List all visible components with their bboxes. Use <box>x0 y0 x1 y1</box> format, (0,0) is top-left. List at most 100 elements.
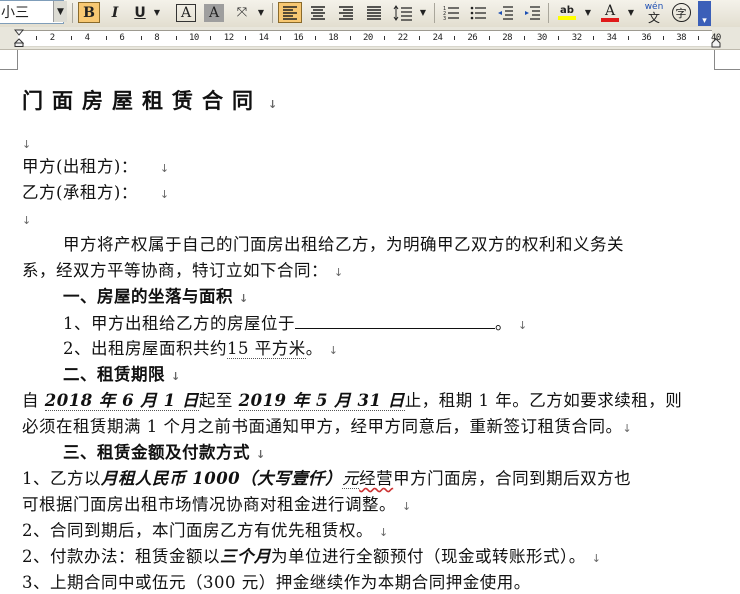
lessor-line[interactable]: 甲方(出租方)： ↓ <box>22 156 170 180</box>
section-1-heading[interactable]: 一、房屋的坐落与面积 ↓ <box>63 286 249 310</box>
ruler-tick <box>384 36 385 40</box>
address-blank[interactable] <box>295 312 495 329</box>
toolbar-separator <box>434 3 435 23</box>
font-size-dropdown-arrow[interactable]: ▼ <box>53 1 67 22</box>
ruler-tick <box>36 36 37 40</box>
lessee-line[interactable]: 乙方(承租方)： ↓ <box>22 182 170 206</box>
section-3-item-4[interactable]: 3、上期合同中或伍元（300 元）押金继续作为本期合同押金使用。 <box>22 572 531 594</box>
font-color-dropdown-arrow[interactable]: ▼ <box>626 2 636 23</box>
section-3-item-1-line-2[interactable]: 可根据门面房出租市场情况协商对租金进行调整。 ↓ <box>22 494 412 518</box>
empty-paragraph[interactable]: ↓ <box>22 132 32 156</box>
ruler-tick <box>210 36 211 40</box>
ruler-number: 6 <box>119 33 124 43</box>
ruler-tick <box>593 36 594 40</box>
toolbar-separator <box>272 3 273 23</box>
ruler-number: 32 <box>572 33 582 43</box>
ruler-number: 24 <box>433 33 443 43</box>
ruler-tick <box>524 36 525 40</box>
crop-mark <box>715 69 740 70</box>
bold-button[interactable]: B <box>78 2 100 23</box>
ruler-tick <box>350 36 351 40</box>
ruler-tick <box>628 36 629 40</box>
formatting-toolbar: 小三 ▼ B I U ▼ A A ⤧ ▼ ▼ 123 ab ▼ A ▼ wén 文… <box>0 0 740 28</box>
document-page[interactable]: 门面房屋租赁合同 ↓ ↓ 甲方(出租方)： ↓ 乙方(承租方)： ↓ ↓ 甲方将产权属… <box>0 50 740 583</box>
section-2-line-1[interactable]: 自 2018 年 6 月 1 日起至 2019 年 5 月 31 日止，租期 1… <box>22 390 682 412</box>
section-2-line-2[interactable]: 必须在租赁期满 1 个月之前书面通知甲方，经甲方同意后，重新签订租赁合同。↓ <box>22 416 632 440</box>
empty-paragraph[interactable]: ↓ <box>22 208 32 232</box>
ruler-tick <box>245 36 246 40</box>
line-spacing-dropdown-arrow[interactable]: ▼ <box>418 2 428 23</box>
ruler-tick <box>663 36 664 40</box>
font-color-bar <box>601 18 619 22</box>
ruler-tick <box>489 36 490 40</box>
ruler-number: 2 <box>50 33 55 43</box>
decrease-indent-icon[interactable] <box>494 2 516 23</box>
ruler-number: 38 <box>676 33 686 43</box>
ruler-tick <box>454 36 455 40</box>
section-3-item-2[interactable]: 2、合同到期后，本门面房乙方有优先租赁权。 ↓ <box>22 520 389 544</box>
indent-marker-icon[interactable] <box>14 29 24 47</box>
horizontal-ruler[interactable]: 2 4 6 8 10 12 14 16 18 20 22 24 26 28 30 32 34 36 38 40 <box>0 27 740 50</box>
font-size-value: 小三 <box>1 2 29 22</box>
ruler-number: 12 <box>224 33 234 43</box>
bullets-icon[interactable] <box>467 2 489 23</box>
ruler-number: 20 <box>363 33 373 43</box>
crop-mark <box>17 50 18 70</box>
ruler-number: 22 <box>398 33 408 43</box>
section-1-item-1[interactable]: 1、甲方出租给乙方的房屋位于。 ↓ <box>63 312 528 337</box>
ruler-number: 14 <box>259 33 269 43</box>
crop-mark <box>714 50 715 70</box>
italic-button[interactable]: I <box>104 2 126 23</box>
ruler-number: 18 <box>328 33 338 43</box>
character-shading-button[interactable]: A <box>204 4 224 22</box>
ruler-tick <box>698 36 699 40</box>
right-indent-marker-icon[interactable] <box>711 38 721 48</box>
character-scale-button[interactable]: ⤧ <box>231 2 253 23</box>
toolbar-separator <box>72 3 73 23</box>
intro-paragraph-line-2[interactable]: 系，经双方平等协商，特订立如下合同： ↓ <box>22 260 344 284</box>
ruler-number: 28 <box>502 33 512 43</box>
ruler-number: 10 <box>189 33 199 43</box>
section-3-heading[interactable]: 三、租赁金额及付款方式 ↓ <box>63 442 266 466</box>
section-2-heading[interactable]: 二、租赁期限 ↓ <box>63 364 181 388</box>
ruler-tick <box>419 36 420 40</box>
phonetic-guide-button[interactable]: wén 文 <box>642 2 666 23</box>
font-color-button[interactable]: A <box>598 2 622 23</box>
highlight-dropdown-arrow[interactable]: ▼ <box>583 2 593 23</box>
toolbar-options-icon[interactable]: ▾ <box>698 1 711 26</box>
align-right-icon[interactable] <box>334 2 358 23</box>
enclose-characters-button[interactable]: 字 <box>670 2 692 23</box>
ruler-tick <box>71 36 72 40</box>
character-scale-dropdown-arrow[interactable]: ▼ <box>256 2 266 23</box>
underline-button[interactable]: U <box>130 2 150 23</box>
ruler-number: 8 <box>154 33 159 43</box>
ruler-tick <box>141 36 142 40</box>
align-center-icon[interactable] <box>306 2 330 23</box>
ruler-number: 26 <box>467 33 477 43</box>
section-3-item-3[interactable]: 2、付款办法：租赁金额以三个月为单位进行全额预付（现金或转账形式）。 ↓ <box>22 546 601 570</box>
ruler-number: 30 <box>537 33 547 43</box>
justify-icon[interactable] <box>362 2 386 23</box>
section-1-item-2[interactable]: 2、出租房屋面积共约15 平方米。 ↓ <box>63 338 338 362</box>
section-3-item-1-line-1[interactable]: 1、乙方以月租人民币 1000（大写壹仟）元经营甲方门面房，合同到期后双方也 <box>22 468 631 490</box>
increase-indent-icon[interactable] <box>521 2 543 23</box>
ruler-number: 4 <box>85 33 90 43</box>
crop-mark <box>0 69 17 70</box>
document-title[interactable]: 门面房屋租赁合同 ↓ <box>22 90 277 116</box>
numbering-icon[interactable]: 123 <box>440 2 462 23</box>
line-spacing-icon[interactable] <box>390 2 416 23</box>
underline-dropdown-arrow[interactable]: ▼ <box>152 2 162 23</box>
highlight-color-bar <box>558 16 576 20</box>
ruler-number: 36 <box>641 33 651 43</box>
ruler-tick <box>315 36 316 40</box>
align-left-icon[interactable] <box>278 2 302 23</box>
toolbar-separator <box>548 3 549 23</box>
ruler-tick <box>280 36 281 40</box>
ruler-tick <box>558 36 559 40</box>
character-border-button[interactable]: A <box>176 4 196 22</box>
highlight-button[interactable]: ab <box>554 2 580 23</box>
ruler-number: 34 <box>607 33 617 43</box>
ruler-tick <box>106 36 107 40</box>
intro-paragraph-line-1[interactable]: 甲方将产权属于自己的门面房出租给乙方，为明确甲乙双方的权利和义务关 <box>63 234 624 256</box>
ruler-number: 16 <box>293 33 303 43</box>
